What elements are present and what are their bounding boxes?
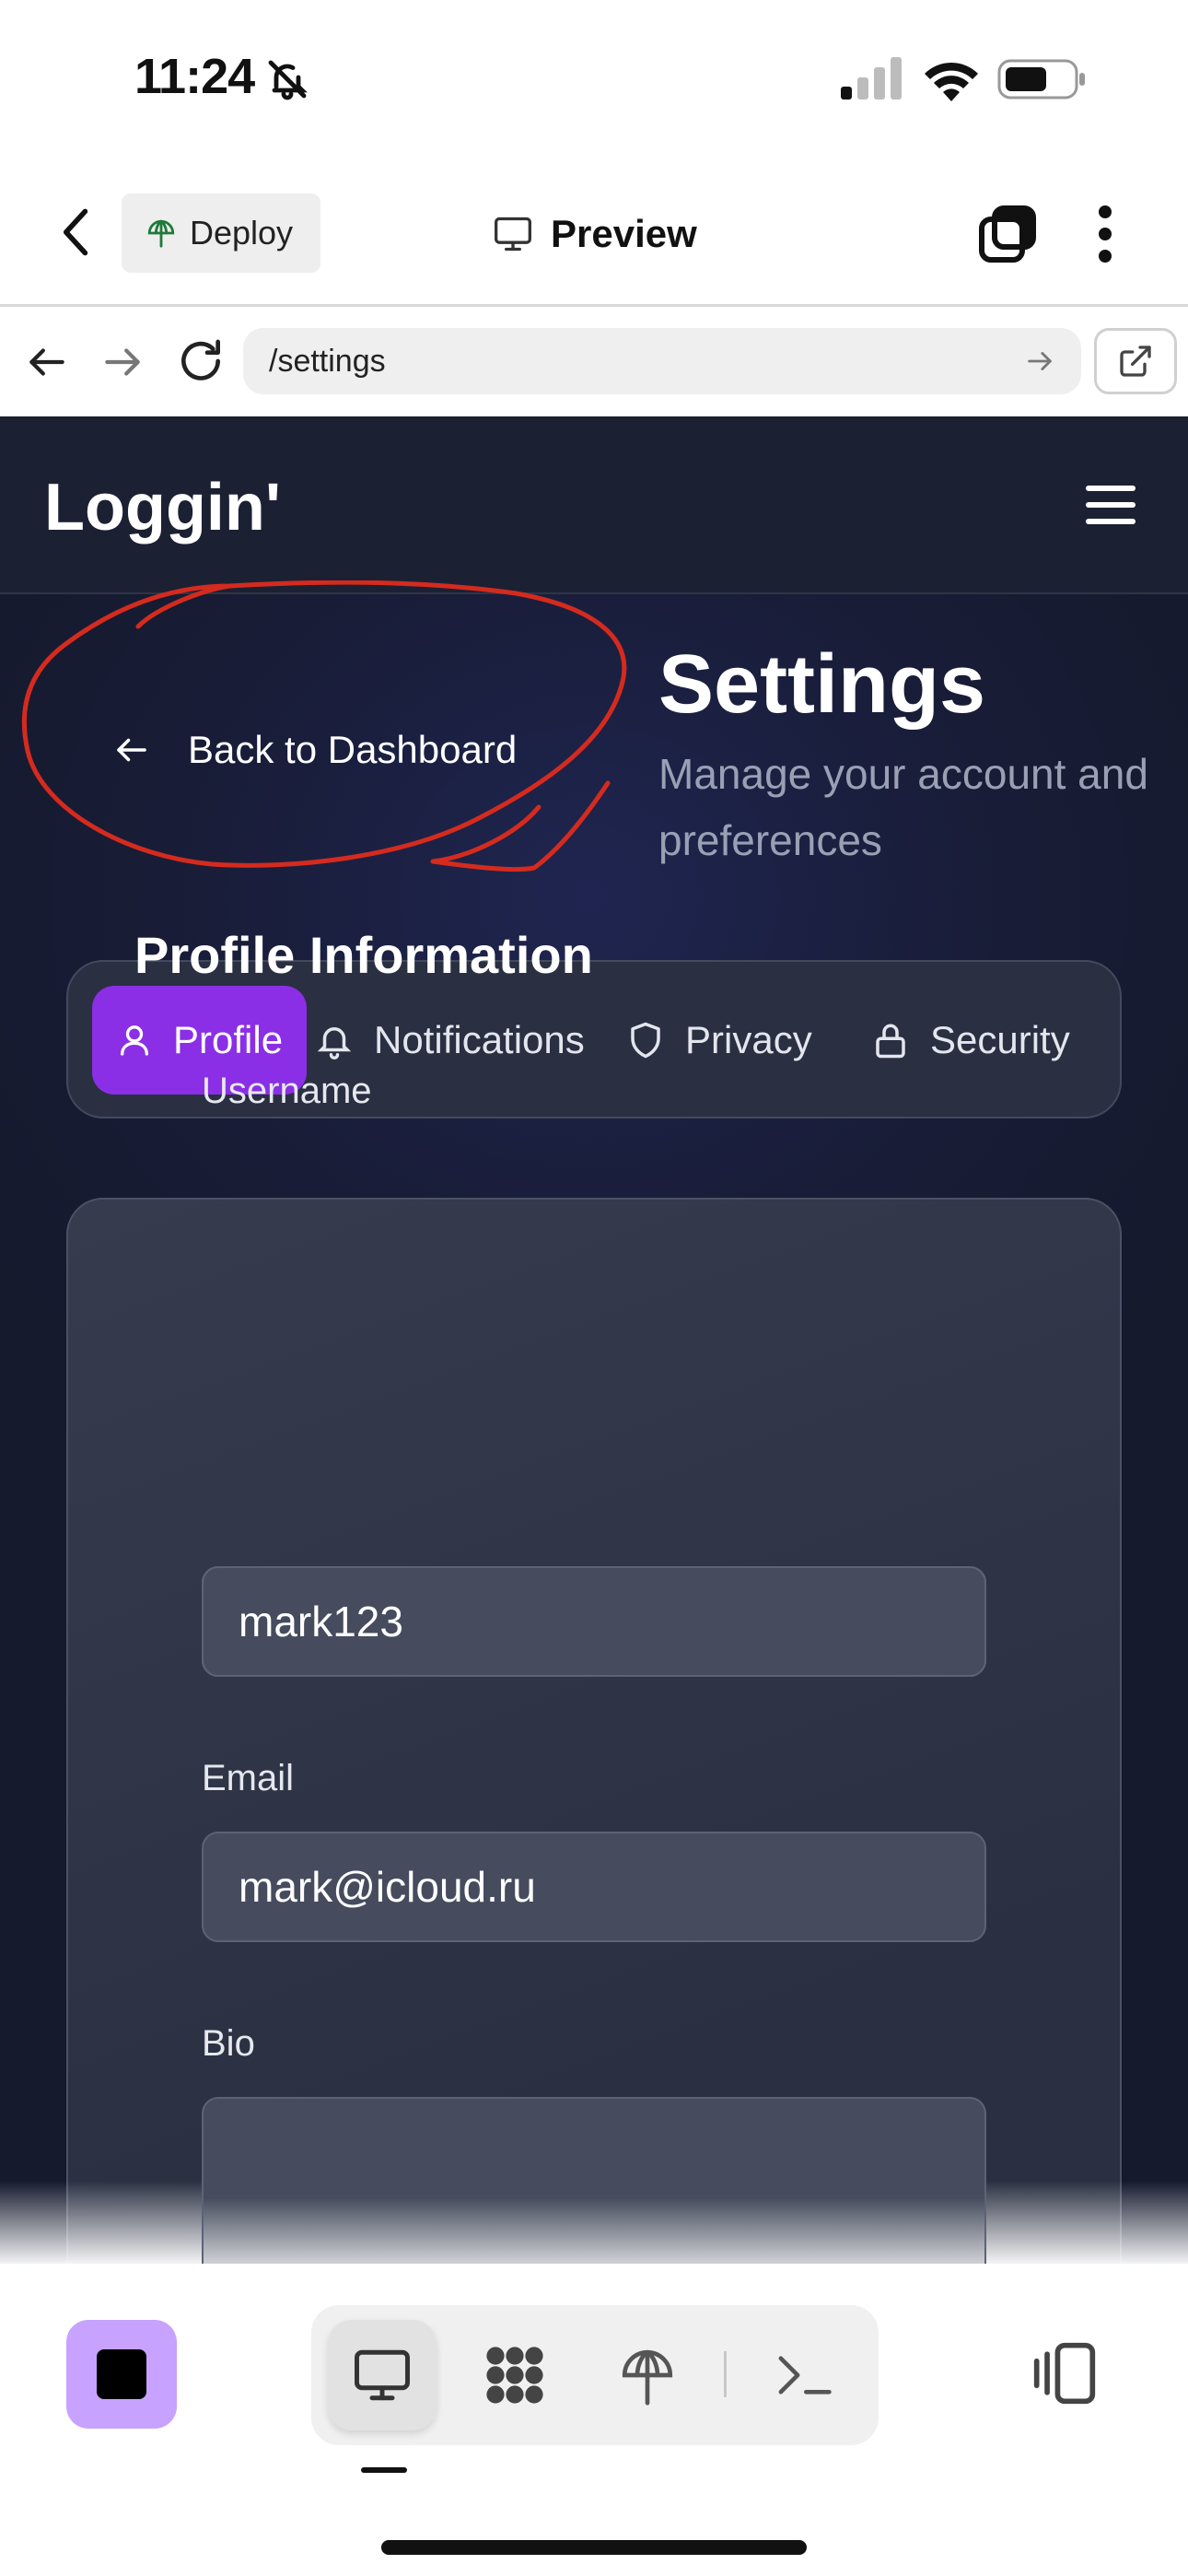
tab-label: Notifications	[374, 1018, 585, 1061]
tab-privacy[interactable]: Privacy	[626, 986, 812, 1095]
bell-icon	[317, 1027, 352, 1060]
wifi-icon	[925, 62, 978, 101]
active-indicator	[361, 2467, 407, 2473]
tab-label: Privacy	[685, 1018, 812, 1061]
url-field[interactable]: /settings	[243, 328, 1081, 394]
site-header: Loggin'	[0, 416, 1188, 594]
username-label: Username	[202, 1071, 372, 1111]
site-logo[interactable]: Loggin'	[44, 470, 281, 545]
username-input[interactable]: mark123	[202, 1566, 986, 1677]
deploy-tree-icon	[147, 219, 175, 248]
go-arrow-icon[interactable]	[1024, 345, 1055, 377]
cellular-signal-icon	[841, 57, 902, 100]
deploy-button[interactable]: Deploy	[122, 193, 320, 273]
stop-icon	[97, 2349, 146, 2399]
shield-icon	[631, 1022, 660, 1059]
view-preview-button[interactable]	[328, 2320, 437, 2430]
webview: Loggin' Back to Dashboard Settings Manag…	[0, 416, 1188, 2264]
bell-slash-icon	[268, 60, 308, 100]
chevron-left-icon[interactable]	[55, 205, 98, 260]
email-input[interactable]: mark@icloud.ru	[202, 1832, 986, 1942]
arrow-right-icon[interactable]	[99, 339, 146, 385]
open-external-button[interactable]	[1094, 328, 1177, 394]
deploy-label: Deploy	[190, 214, 294, 252]
username-value: mark123	[239, 1598, 403, 1645]
menu-icon[interactable]	[1085, 483, 1136, 527]
view-switcher	[311, 2305, 879, 2445]
tab-security[interactable]: Security	[871, 986, 1070, 1095]
view-shell-button[interactable]	[750, 2320, 858, 2430]
segment-divider	[724, 2351, 727, 2397]
arrow-left-icon[interactable]	[24, 339, 70, 385]
flower-grid-icon	[486, 2347, 543, 2404]
monitor-icon	[495, 217, 531, 252]
preview-label: Preview	[551, 212, 697, 255]
view-deploy-button[interactable]	[593, 2320, 702, 2430]
device-rotate-icon[interactable]	[1030, 2340, 1100, 2406]
more-vertical-icon[interactable]	[1096, 205, 1114, 263]
tab-label: Security	[930, 1018, 1070, 1061]
page-subtitle: Manage your account and preferences	[658, 750, 1148, 864]
lock-icon	[876, 1024, 905, 1059]
back-link-label: Back to Dashboard	[188, 728, 518, 771]
reload-icon[interactable]	[175, 335, 227, 387]
stop-button[interactable]	[66, 2320, 177, 2429]
email-value: mark@icloud.ru	[239, 1863, 536, 1911]
page-title: Settings	[658, 638, 986, 731]
tab-label: Profile	[173, 1018, 284, 1061]
divider	[0, 304, 1188, 307]
bio-label: Bio	[202, 2023, 255, 2064]
view-agent-button[interactable]	[460, 2320, 569, 2430]
arrow-left-icon	[117, 738, 146, 762]
monitor-icon	[355, 2349, 410, 2401]
home-indicator	[381, 2540, 807, 2555]
status-time: 11:24	[134, 49, 255, 104]
tabs-icon[interactable]	[978, 205, 1037, 263]
preview-title: Preview	[492, 205, 697, 263]
deploy-tree-icon	[622, 2349, 673, 2406]
battery-icon	[997, 59, 1085, 100]
url-text: /settings	[269, 343, 386, 379]
terminal-icon	[778, 2356, 832, 2395]
external-link-icon	[1120, 345, 1151, 377]
email-label: Email	[202, 1758, 295, 1798]
back-to-dashboard-link[interactable]: Back to Dashboard	[112, 728, 517, 772]
user-icon	[121, 1025, 148, 1056]
profile-heading: Profile Information	[134, 926, 593, 984]
bio-textarea[interactable]	[202, 2097, 986, 2264]
